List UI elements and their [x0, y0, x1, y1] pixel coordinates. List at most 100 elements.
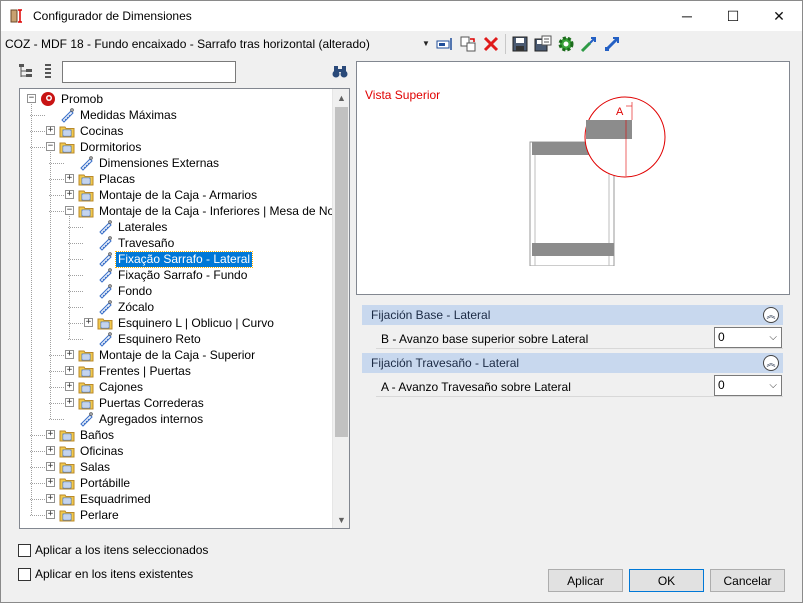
tree-item[interactable]: Portábille [59, 475, 132, 491]
tree-item[interactable]: Montaje de la Caja - Superior [78, 347, 257, 363]
folder-icon [97, 315, 113, 331]
tree-item[interactable]: Perlare [59, 507, 121, 523]
chevron-down-icon[interactable]: ⌵ [769, 376, 777, 395]
cancel-button[interactable]: Cancelar [710, 569, 785, 592]
tree-scrollbar[interactable]: ▲ ▼ [332, 89, 349, 528]
collapse-icon[interactable]: − [27, 94, 36, 103]
tree-item[interactable]: Promob [40, 91, 105, 107]
delete-icon[interactable] [482, 35, 500, 53]
tree-item[interactable]: Dimensiones Externas [78, 155, 221, 171]
property-value: 0 [718, 378, 725, 392]
tree-item-label: Perlare [80, 507, 119, 522]
minimize-button[interactable]: ─ [664, 1, 710, 31]
tree-item[interactable]: Puertas Correderas [78, 395, 206, 411]
expand-icon[interactable]: + [46, 510, 55, 519]
expand-icon[interactable]: + [65, 350, 74, 359]
category-tree[interactable]: − Promob Medidas Máximas + Cocinas − Dormitori… [19, 88, 350, 529]
save-as-icon[interactable] [534, 35, 552, 53]
tree-item[interactable]: Salas [59, 459, 112, 475]
apply-button[interactable]: Aplicar [548, 569, 623, 592]
expand-icon[interactable]: + [84, 318, 93, 327]
expand-icon[interactable]: + [46, 430, 55, 439]
ok-button[interactable]: OK [629, 569, 704, 592]
folder-icon [78, 395, 94, 411]
property-value-select[interactable]: 0 ⌵ [714, 327, 782, 348]
expand-icon[interactable]: + [65, 382, 74, 391]
property-value-select[interactable]: 0 ⌵ [714, 375, 782, 396]
tree-connector [49, 179, 64, 180]
section-crossbar-lateral[interactable]: Fijación Travesaño - Lateral ︽ [362, 353, 783, 373]
maximize-button[interactable]: ☐ [710, 1, 756, 31]
tree-connector [30, 435, 45, 436]
property-row: B - Avanzo base superior sobre Lateral 0… [376, 327, 783, 349]
configuration-dropdown-icon[interactable]: ▼ [422, 39, 430, 48]
tree-item[interactable]: Cajones [78, 379, 145, 395]
apply-existing-option[interactable]: Aplicar en los itens existentes [18, 566, 193, 582]
tree-item[interactable]: Frentes | Puertas [78, 363, 193, 379]
expand-icon[interactable]: + [46, 494, 55, 503]
expand-icon[interactable]: + [46, 462, 55, 471]
tree-connector [49, 371, 64, 372]
expand-icon[interactable]: + [65, 366, 74, 375]
tree-item[interactable]: Cocinas [59, 123, 125, 139]
folder-icon [59, 427, 75, 443]
search-input[interactable] [62, 61, 236, 83]
tree-item[interactable]: Montaje de la Caja - Inferiores | Mesa d… [78, 203, 349, 219]
tree-connector [30, 483, 45, 484]
tree-filter-icon[interactable] [42, 63, 54, 79]
expand-icon[interactable]: + [46, 478, 55, 487]
ruler-tag-icon [97, 283, 113, 299]
chevron-down-icon[interactable]: ⌵ [769, 328, 777, 347]
preview-title: Vista Superior [365, 88, 441, 102]
binoculars-search-icon[interactable] [332, 65, 348, 79]
tree-item[interactable]: Laterales [97, 219, 169, 235]
apply-existing-checkbox[interactable] [18, 567, 31, 581]
tree-connector [30, 451, 45, 452]
collapse-icon[interactable]: − [65, 206, 74, 215]
apply-selected-checkbox[interactable] [18, 543, 31, 557]
collapse-icon[interactable]: ︽ [763, 307, 779, 323]
tree-item[interactable]: Medidas Máximas [59, 107, 179, 123]
import-arrow-icon[interactable] [580, 35, 598, 53]
folder-icon [59, 443, 75, 459]
export-arrow-icon[interactable] [603, 35, 621, 53]
scroll-thumb[interactable] [335, 107, 348, 437]
section-base-lateral[interactable]: Fijación Base - Lateral ︽ [362, 305, 783, 325]
tree-item[interactable]: Montaje de la Caja - Armarios [78, 187, 259, 203]
tree-item[interactable]: Esquinero Reto [97, 331, 203, 347]
tree-connector [49, 195, 64, 196]
settings-gear-icon[interactable] [557, 35, 575, 53]
tree-item[interactable]: Dormitorios [59, 139, 143, 155]
toolbar-separator [505, 34, 506, 54]
scroll-down-icon[interactable]: ▼ [333, 511, 349, 528]
expand-icon[interactable]: + [65, 190, 74, 199]
tree-item[interactable]: Travesaño [97, 235, 176, 251]
tree-item[interactable]: Zócalo [97, 299, 156, 315]
folder-icon [59, 139, 75, 155]
copy-icon[interactable] [459, 35, 477, 53]
scroll-up-icon[interactable]: ▲ [333, 89, 349, 106]
expand-icon[interactable]: + [65, 174, 74, 183]
close-button[interactable]: ✕ [756, 1, 802, 31]
configuration-select[interactable]: COZ - MDF 18 - Fundo encaixado - Sarrafo… [5, 37, 370, 51]
rename-icon[interactable] [436, 35, 454, 53]
expand-icon[interactable]: + [65, 398, 74, 407]
tree-item[interactable]: Fondo [97, 283, 154, 299]
tree-item[interactable]: Placas [78, 171, 137, 187]
collapse-icon[interactable]: ︽ [763, 355, 779, 371]
tree-item[interactable]: Baños [59, 427, 116, 443]
tree-item[interactable]: Esquinero L | Oblicuo | Curvo [97, 315, 276, 331]
tree-item[interactable]: Esquadrimed [59, 491, 153, 507]
tree-expand-icon[interactable] [18, 63, 34, 79]
save-icon[interactable] [511, 35, 529, 53]
tree-item[interactable]: Fixação Sarrafo - Lateral [97, 250, 254, 268]
tree-item[interactable]: Fixação Sarrafo - Fundo [97, 267, 249, 283]
tree-item[interactable]: Oficinas [59, 443, 125, 459]
tree-item[interactable]: Agregados internos [78, 411, 205, 427]
tree-connector [30, 115, 45, 116]
apply-selected-option[interactable]: Aplicar a los itens seleccionados [18, 542, 208, 558]
expand-icon[interactable]: + [46, 126, 55, 135]
collapse-icon[interactable]: − [46, 142, 55, 151]
tree-item-label: Dormitorios [80, 139, 142, 154]
expand-icon[interactable]: + [46, 446, 55, 455]
